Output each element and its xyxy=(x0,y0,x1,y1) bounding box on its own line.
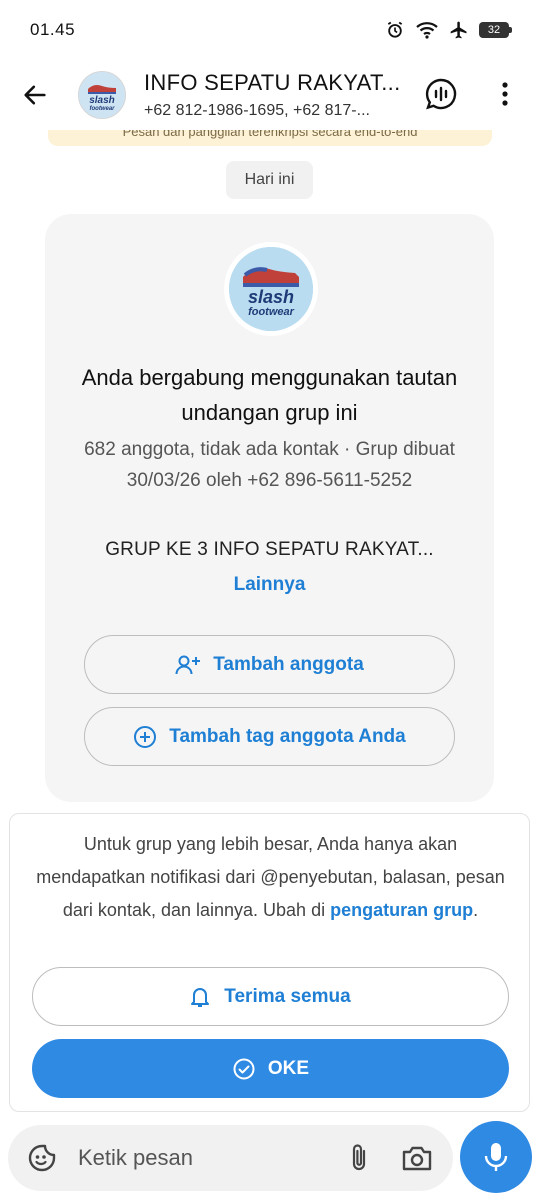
accept-all-button[interactable]: Terima semua xyxy=(32,967,509,1026)
add-person-icon xyxy=(175,655,201,674)
back-arrow-icon xyxy=(24,85,46,105)
accept-all-label: Terima semua xyxy=(224,985,351,1007)
battery-level: 32 xyxy=(487,24,501,36)
battery-icon: 32 xyxy=(479,22,512,38)
group-members-summary: +62 812-1986-1695, +62 817-... xyxy=(144,102,370,119)
add-member-label: Tambah anggota xyxy=(213,653,364,675)
add-member-tag-label: Tambah tag anggota Anda xyxy=(169,725,406,747)
encryption-notice[interactable]: Pesan dan panggilan terenkripsi secara e… xyxy=(48,130,492,146)
sticker-button[interactable] xyxy=(12,1125,72,1191)
camera-button[interactable] xyxy=(395,1136,439,1180)
status-icons: 32 xyxy=(385,20,512,40)
svg-text:slash: slash xyxy=(89,95,115,106)
join-title: Anda bergabung menggunakan tautan undang… xyxy=(81,365,458,425)
more-options-button[interactable] xyxy=(483,72,527,116)
back-button[interactable] xyxy=(0,60,70,130)
svg-text:footwear: footwear xyxy=(89,106,115,112)
input-actions xyxy=(337,1136,439,1180)
bell-icon xyxy=(191,987,210,1007)
notification-settings-panel: Untuk grup yang lebih besar, Anda hanya … xyxy=(9,813,530,1112)
group-description: GRUP KE 3 INFO SEPATU RAKYAT... xyxy=(105,539,434,560)
sticker-icon xyxy=(28,1144,56,1172)
add-member-button[interactable]: Tambah anggota xyxy=(84,635,455,694)
chat-area[interactable]: Pesan dan panggilan terenkripsi secara e… xyxy=(0,130,539,1130)
wifi-icon xyxy=(415,20,439,40)
add-circle-icon xyxy=(134,725,157,748)
group-avatar[interactable]: slash footwear xyxy=(78,71,126,119)
group-name: INFO SEPATU RAKYAT... xyxy=(144,70,401,95)
alarm-icon xyxy=(385,20,405,40)
voice-chat-icon xyxy=(425,78,457,110)
mic-icon xyxy=(484,1143,508,1171)
camera-icon xyxy=(402,1146,432,1171)
group-meta: 682 anggota, tidak ada kontak · Grup dib… xyxy=(84,439,455,491)
status-bar: 01.45 32 xyxy=(0,0,539,60)
more-link[interactable]: Lainnya xyxy=(65,574,474,596)
paperclip-icon xyxy=(352,1144,366,1171)
attach-button[interactable] xyxy=(337,1136,381,1180)
chat-header: slash footwear INFO SEPATU RAKYAT... +62… xyxy=(0,60,539,130)
ok-label: OKE xyxy=(267,1057,310,1079)
more-vert-icon xyxy=(502,82,508,106)
notification-info-end: . xyxy=(473,900,479,920)
check-circle-icon xyxy=(233,1058,255,1079)
status-time: 01.45 xyxy=(30,20,76,39)
card-group-avatar[interactable]: slash footwear xyxy=(224,242,318,336)
svg-text:footwear: footwear xyxy=(248,306,295,318)
message-input-bar: Ketik pesan xyxy=(8,1125,453,1191)
airplane-icon xyxy=(449,20,469,40)
voice-chat-button[interactable] xyxy=(419,72,463,116)
notification-info-text: Untuk grup yang lebih besar, Anda hanya … xyxy=(36,828,505,927)
group-info-card: slash footwear Anda bergabung menggunaka… xyxy=(45,214,494,802)
ok-button[interactable]: OKE xyxy=(32,1039,509,1098)
group-settings-link[interactable]: pengaturan grup xyxy=(330,900,473,920)
header-text[interactable]: INFO SEPATU RAKYAT... +62 812-1986-1695,… xyxy=(144,70,404,120)
voice-message-button[interactable] xyxy=(460,1121,532,1193)
svg-text:slash: slash xyxy=(248,287,294,307)
date-chip: Hari ini xyxy=(226,161,313,199)
message-input[interactable]: Ketik pesan xyxy=(78,1145,337,1171)
header-actions xyxy=(419,72,527,116)
add-member-tag-button[interactable]: Tambah tag anggota Anda xyxy=(84,707,455,766)
